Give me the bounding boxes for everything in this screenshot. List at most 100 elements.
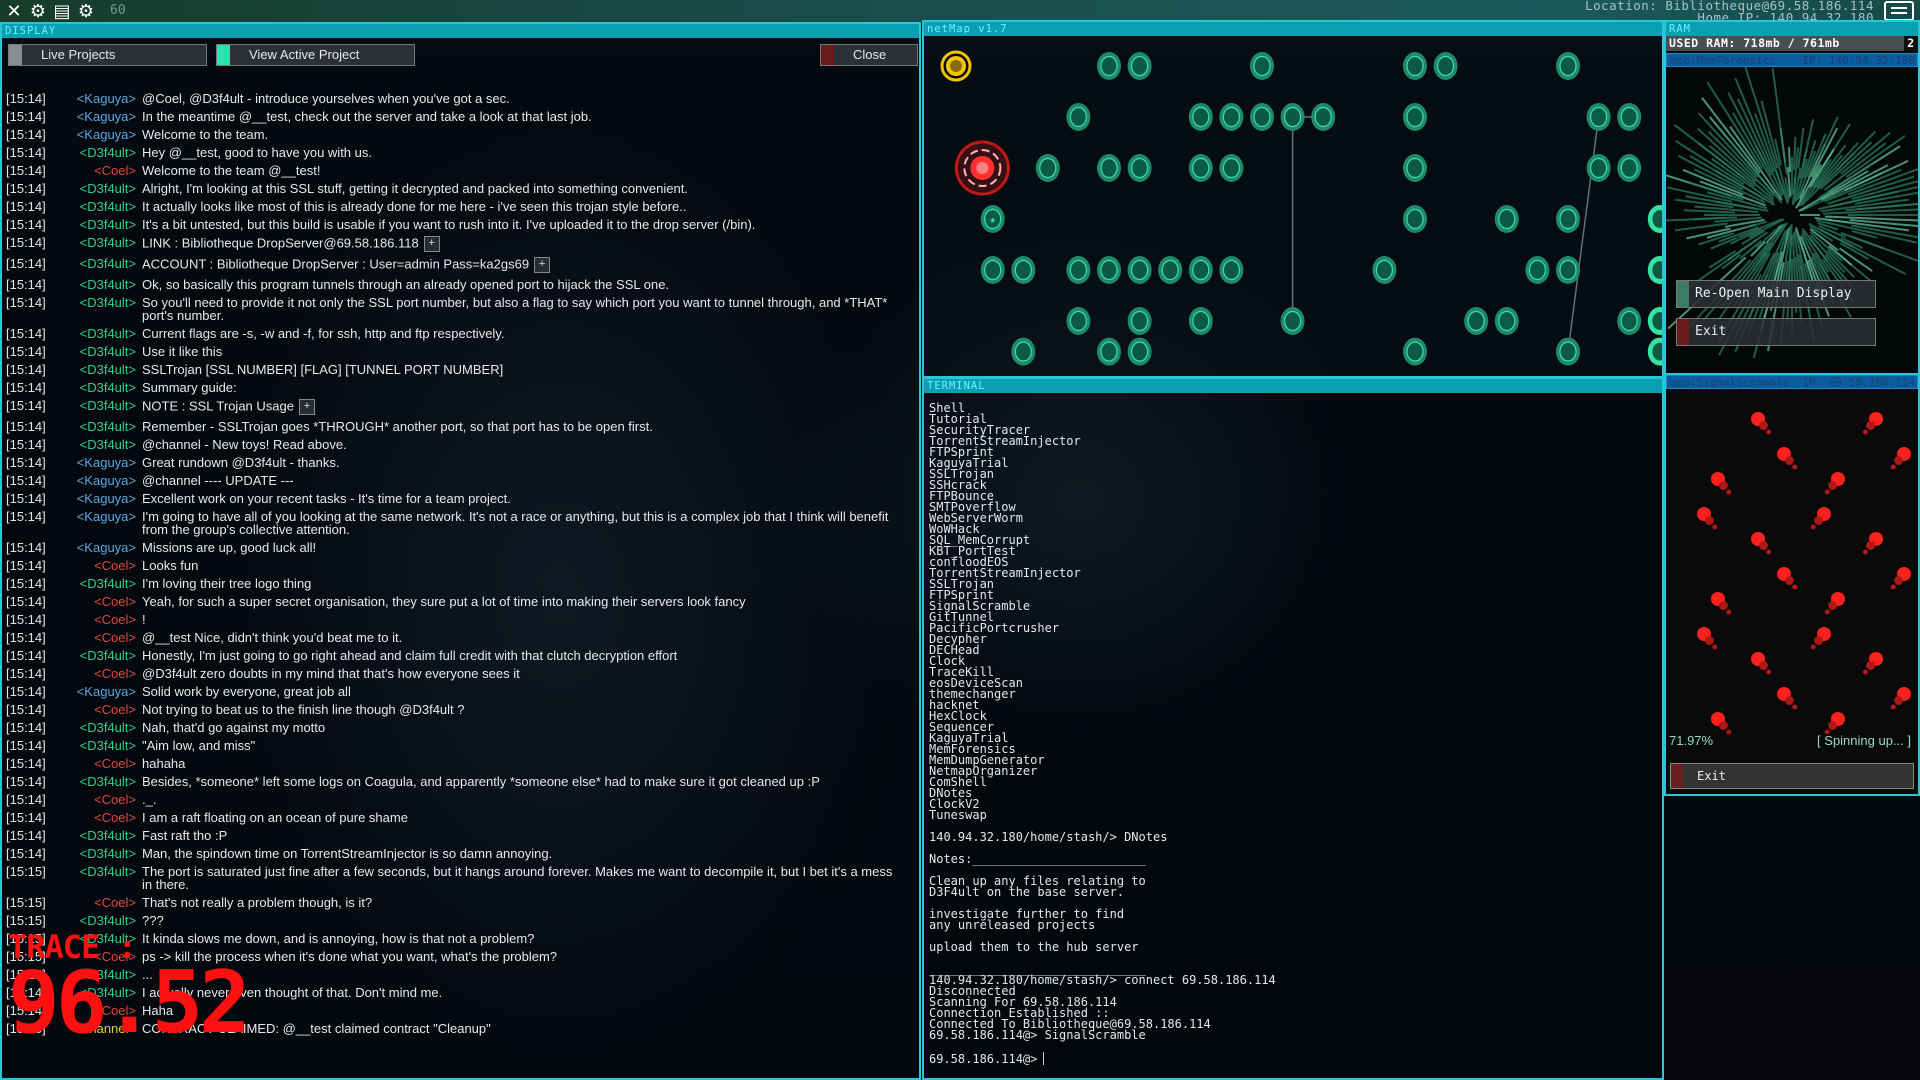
message-timestamp: [15:14] — [6, 145, 46, 160]
netmap-node[interactable] — [1127, 52, 1152, 80]
netmap-node[interactable] — [1097, 52, 1121, 80]
netmap-node[interactable] — [1158, 256, 1183, 284]
netmap-node[interactable] — [1647, 337, 1662, 366]
message-timestamp: [15:14] — [6, 491, 46, 506]
add-attachment-button[interactable]: + — [298, 399, 315, 415]
netmap-node[interactable] — [1647, 307, 1662, 335]
netmap-node[interactable] — [1556, 205, 1580, 233]
message-text: It's a bit untested, but this build is u… — [142, 217, 756, 232]
terminal-line: 140.94.32.180/home/stash/> connect 69.58… — [929, 973, 1276, 987]
gear-icon[interactable]: ⚙ — [28, 1, 48, 22]
netmap-node[interactable] — [1219, 256, 1244, 284]
terminal-input[interactable]: 69.58.186.114@> — [929, 1052, 1657, 1065]
netmap-node[interactable] — [1219, 103, 1244, 131]
netmap-node[interactable] — [1097, 256, 1121, 284]
add-attachment-button[interactable]: + — [534, 257, 551, 273]
netmap-node[interactable] — [1372, 256, 1397, 284]
netmap-node[interactable] — [980, 256, 1005, 284]
netmap-node[interactable] — [1647, 205, 1662, 233]
netmap-node[interactable] — [1556, 337, 1580, 366]
message-author: <Kaguya> — [76, 109, 136, 124]
netmap-node[interactable] — [1011, 337, 1036, 366]
netmap-node[interactable]: ★ — [980, 205, 1005, 233]
netmap-node[interactable] — [1403, 52, 1427, 80]
netmap-node[interactable] — [1494, 205, 1519, 233]
chat-message: [15:14] <Coel> Not trying to beat us to th… — [6, 703, 918, 716]
netmap-node[interactable] — [1464, 307, 1489, 335]
close-icon[interactable]: ✕ — [4, 1, 24, 22]
netmap-node[interactable] — [1403, 154, 1427, 182]
netmap-node[interactable] — [1250, 103, 1274, 131]
netmap-node[interactable] — [1097, 154, 1121, 182]
save-icon[interactable]: ▤ — [52, 1, 72, 22]
netmap-node[interactable] — [1280, 307, 1305, 335]
signal-dot — [1766, 669, 1772, 675]
netmap-node[interactable] — [1219, 154, 1244, 182]
memforensics-exit-button[interactable]: Exit — [1676, 318, 1876, 346]
netmap-node[interactable] — [1556, 52, 1580, 80]
message-text: @D3f4ult zero doubts in my mind that tha… — [142, 666, 520, 681]
netmap-node[interactable] — [1586, 154, 1611, 182]
netmap-node[interactable] — [1311, 103, 1336, 131]
netmap-node[interactable] — [1556, 256, 1580, 284]
chat-icon[interactable] — [1884, 1, 1914, 26]
netmap-node[interactable] — [1011, 256, 1036, 284]
netmap-node[interactable] — [1403, 205, 1427, 233]
add-attachment-button[interactable]: + — [423, 236, 440, 252]
netmap-node[interactable] — [1188, 256, 1213, 284]
message-text: Nah, that'd go against my motto — [142, 720, 326, 735]
netmap-node[interactable] — [1127, 337, 1152, 366]
netmap-node[interactable] — [1188, 103, 1213, 131]
netmap-node[interactable] — [1250, 52, 1274, 80]
netmap-node[interactable] — [1066, 307, 1091, 335]
netmap-node[interactable] — [1066, 103, 1091, 131]
ram-pane: RAM USED RAM: 718mb / 761mb 2 app:MemFor… — [1664, 20, 1920, 796]
message-author: <D3f4ult> — [79, 913, 136, 928]
message-author: <D3f4ult> — [79, 277, 136, 292]
netmap-pane: netMap v1.7 ★ — [922, 20, 1664, 378]
netmap-node[interactable] — [1647, 256, 1662, 284]
terminal-line: 140.94.32.180/home/stash/> DNotes — [929, 830, 1168, 844]
netmap-node[interactable] — [1127, 256, 1152, 284]
close-button[interactable]: Close — [820, 44, 918, 66]
netmap-node[interactable] — [1403, 103, 1427, 131]
netmap-home-node[interactable] — [940, 50, 972, 82]
message-author: <Coel> — [94, 558, 136, 573]
message-timestamp: [15:15] — [6, 931, 46, 946]
netmap-node[interactable] — [1035, 154, 1060, 182]
netmap-node[interactable] — [1066, 256, 1091, 284]
terminal-line: D3F4ult on the base server. — [929, 885, 1125, 899]
message-text: @channel ---- UPDATE --- — [142, 473, 294, 488]
chat-message: [15:14] <D3f4ult> Summary guide: — [6, 381, 918, 394]
message-author: <D3f4ult> — [79, 437, 136, 452]
netmap-node[interactable] — [1188, 154, 1213, 182]
program-list-item: ClockV2 — [929, 797, 980, 811]
netmap-node[interactable] — [1494, 307, 1519, 335]
message-text: ACCOUNT : Bibliotheque DropServer : User… — [142, 257, 918, 273]
svg-text:★: ★ — [989, 213, 996, 226]
gear-icon[interactable]: ⚙ — [76, 1, 96, 22]
reopen-main-display-button[interactable]: Re-Open Main Display — [1676, 280, 1876, 308]
netmap-node[interactable] — [1097, 337, 1121, 366]
netmap-node[interactable] — [1617, 154, 1642, 182]
signalscramble-exit-button[interactable]: Exit — [1670, 763, 1914, 789]
netmap-connected-node[interactable] — [954, 140, 1010, 196]
netmap-node[interactable] — [1403, 337, 1427, 366]
message-author: <Kaguya> — [76, 455, 136, 470]
netmap-node[interactable] — [1617, 103, 1642, 131]
live-projects-button[interactable]: Live Projects — [8, 44, 207, 66]
message-author: <Kaguya> — [76, 509, 136, 524]
netmap-node[interactable] — [1617, 307, 1642, 335]
netmap-node[interactable] — [1586, 103, 1611, 131]
view-active-project-button[interactable]: View Active Project — [216, 44, 415, 66]
netmap-node[interactable] — [1188, 307, 1213, 335]
signal-dot — [1862, 429, 1868, 435]
signal-dot — [1890, 464, 1896, 470]
message-text: LINK : Bibliotheque DropServer@69.58.186… — [142, 236, 918, 252]
netmap-node[interactable] — [1525, 256, 1550, 284]
netmap-node[interactable] — [1127, 154, 1152, 182]
program-list-item: WoWHack — [929, 522, 980, 536]
netmap-node[interactable] — [1433, 52, 1458, 80]
netmap-node[interactable] — [1127, 307, 1152, 335]
netmap-node[interactable] — [1280, 103, 1305, 131]
